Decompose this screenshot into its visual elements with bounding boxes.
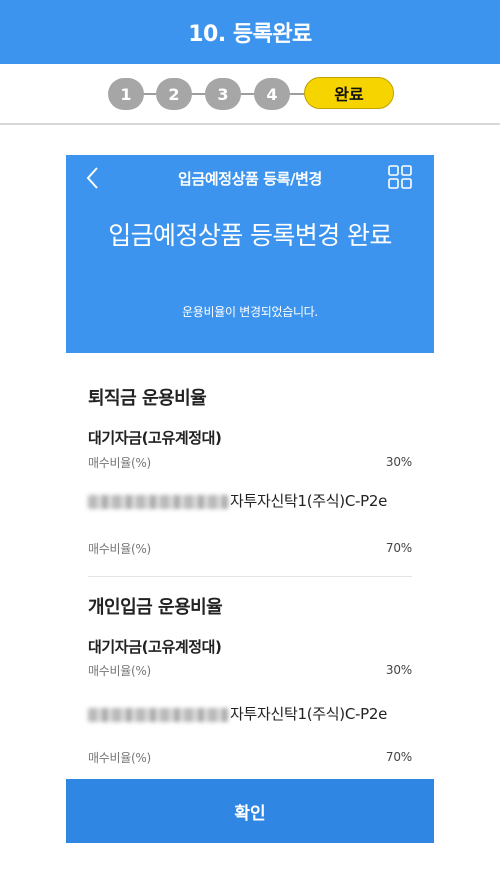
fund-name: 자투자신탁1(주식)C-P2e bbox=[88, 704, 408, 725]
ratio-value: 70% bbox=[385, 541, 412, 555]
ratio-label: 매수비율(%) bbox=[88, 542, 151, 556]
section-title-personal: 개인입금 운용비율 bbox=[88, 597, 223, 618]
redacted-fund-prefix bbox=[88, 707, 228, 722]
stepper-divider bbox=[0, 123, 500, 125]
fund-name: 자투자신탁1(주식)C-P2e bbox=[88, 491, 408, 512]
confirm-button[interactable]: 확인 bbox=[66, 779, 434, 843]
page-title-bar: 10. 등록완료 bbox=[0, 0, 500, 64]
ratio-label: 매수비율(%) bbox=[88, 751, 151, 765]
section-divider bbox=[88, 576, 412, 577]
fund-name: 대기자금(고유계정대) bbox=[88, 429, 222, 447]
completion-subtitle: 운용비율이 변경되었습니다. bbox=[182, 305, 318, 319]
section-title-retirement: 퇴직금 운용비율 bbox=[88, 388, 207, 409]
ratio-value: 30% bbox=[385, 663, 412, 677]
ratio-value: 30% bbox=[385, 455, 412, 469]
phone-screen: 입금예정상품 등록/변경 입금예정상품 등록변경 완료 운용비율이 변경되었습니… bbox=[66, 155, 434, 843]
grid-menu-icon[interactable] bbox=[388, 165, 412, 189]
ratio-value: 70% bbox=[385, 750, 412, 764]
redacted-fund-prefix bbox=[88, 494, 228, 509]
nav-bar: 입금예정상품 등록/변경 bbox=[66, 155, 434, 201]
fund-name: 대기자금(고유계정대) bbox=[88, 638, 222, 656]
step-complete-badge: 완료 bbox=[304, 77, 394, 109]
completion-header: 입금예정상품 등록/변경 입금예정상품 등록변경 완료 운용비율이 변경되었습니… bbox=[66, 155, 434, 353]
step-4: 4 bbox=[254, 78, 290, 110]
fund-name-text: 자투자신탁1(주식)C-P2e bbox=[230, 705, 388, 723]
nav-title: 입금예정상품 등록/변경 bbox=[178, 169, 322, 188]
step-3: 3 bbox=[205, 78, 241, 110]
chevron-left-icon[interactable] bbox=[82, 165, 104, 191]
completion-title: 입금예정상품 등록변경 완료 bbox=[108, 221, 392, 250]
ratio-label: 매수비율(%) bbox=[88, 456, 151, 470]
step-2: 2 bbox=[156, 78, 192, 110]
ratio-label: 매수비율(%) bbox=[88, 664, 151, 678]
step-1: 1 bbox=[108, 78, 144, 110]
fund-name-text: 자투자신탁1(주식)C-P2e bbox=[230, 492, 388, 510]
page-title: 10. 등록완료 bbox=[188, 22, 312, 47]
